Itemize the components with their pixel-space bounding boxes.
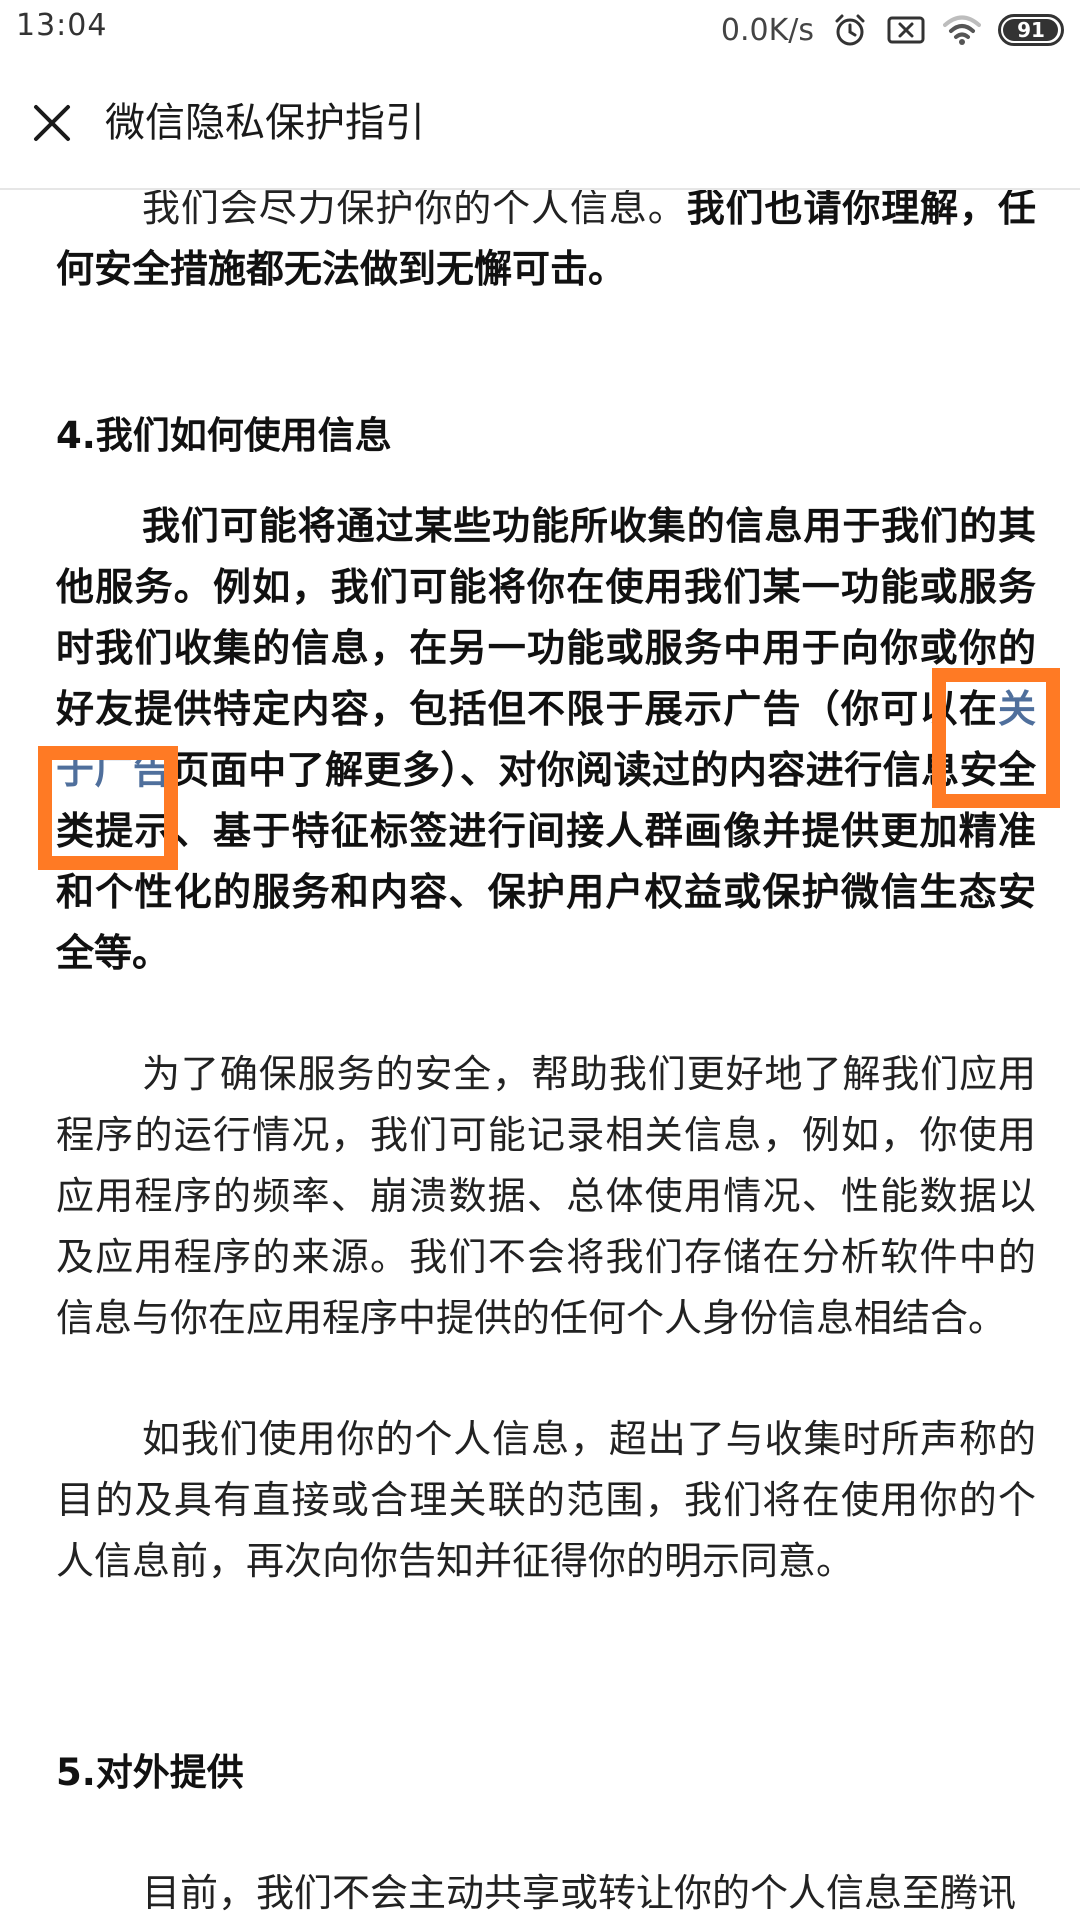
close-button[interactable] <box>24 95 80 151</box>
paragraph-text: 我们会尽力保护你的个人信息。 <box>142 190 687 230</box>
alarm-clock-icon <box>830 10 870 50</box>
battery-icon: 91 <box>998 14 1064 46</box>
paragraph-security: 我们会尽力保护你的个人信息。我们也请你理解，任何安全措施都无法做到无懈可击。 <box>56 190 1036 300</box>
paragraph-analytics: 为了确保服务的安全，帮助我们更好地了解我们应用程序的运行情况，我们可能记录相关信… <box>56 1052 1036 1340</box>
status-bar: 13:04 0.0K/s 91 <box>0 0 1080 60</box>
page-title: 微信隐私保护指引 <box>105 100 425 146</box>
battery-level: 91 <box>1017 18 1045 42</box>
paragraph-bold-text: 我们可能将通过某些功能所收集的信息用于我们的其他服务。例如，我们可能将你在使用我… <box>56 504 1036 731</box>
section-heading-5: 5.对外提供 <box>56 1751 244 1794</box>
paragraph-bold-text: 页面中了解更多）、对你阅读过的内容进行信息安全类提示、基于特征标签进行间接人群画… <box>56 748 1036 975</box>
notification-x-icon <box>886 10 926 50</box>
highlight-box-left <box>38 746 178 870</box>
highlight-box-right <box>932 668 1060 808</box>
status-icons: 0.0K/s 91 <box>721 6 1064 54</box>
article-scroll-area[interactable]: 我们会尽力保护你的个人信息。我们也请你理解，任何安全措施都无法做到无懈可击。 4… <box>0 190 1080 1920</box>
paragraph-sharing: 目前，我们不会主动共享或转让你的个人信息至腾讯 <box>142 1871 1017 1915</box>
wifi-icon <box>942 10 982 50</box>
status-time: 13:04 <box>16 8 108 43</box>
network-speed: 0.0K/s <box>720 12 814 48</box>
paragraph-use-info: 我们可能将通过某些功能所收集的信息用于我们的其他服务。例如，我们可能将你在使用我… <box>56 496 1036 984</box>
section-heading-4: 4.我们如何使用信息 <box>56 414 392 457</box>
title-bar: 微信隐私保护指引 <box>0 60 1080 190</box>
paragraph-consent: 如我们使用你的个人信息，超出了与收集时所声称的目的及具有直接或合理关联的范围，我… <box>56 1417 1036 1583</box>
article-body: 我们会尽力保护你的个人信息。我们也请你理解，任何安全措施都无法做到无懈可击。 4… <box>56 190 1036 1920</box>
close-icon <box>34 105 70 141</box>
